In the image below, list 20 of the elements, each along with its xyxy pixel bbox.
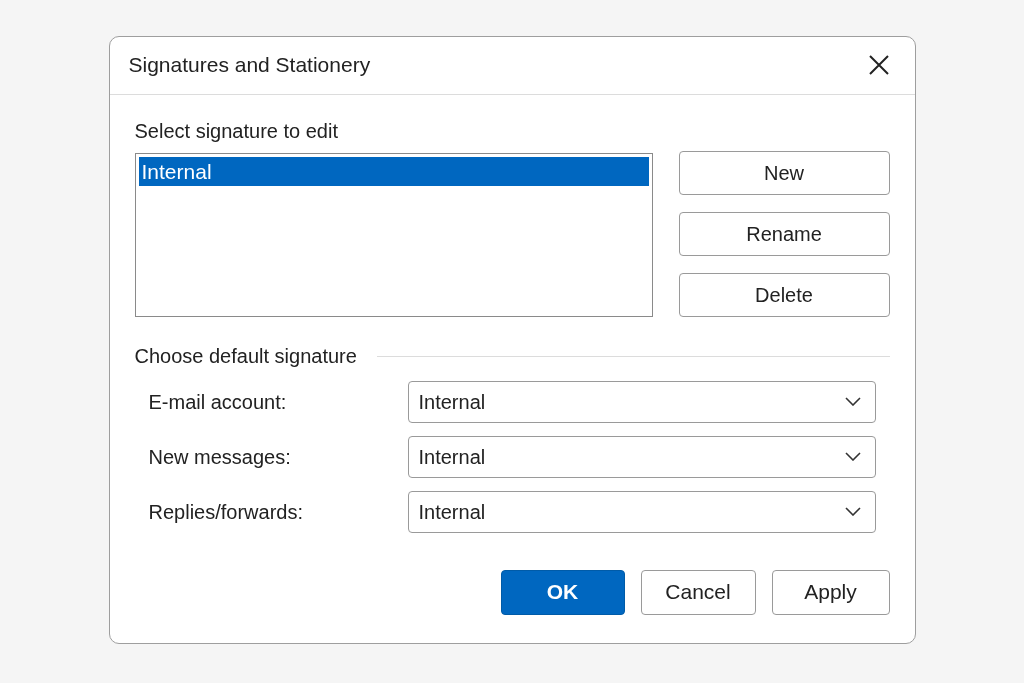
dialog-button[interactable]: Apply: [771, 569, 890, 615]
field-label: E-mail account:: [147, 389, 288, 415]
field-label: Replies/forwards:: [147, 499, 304, 525]
window-title: Signatures and Stationery: [128, 52, 371, 79]
chevron-down-icon: [844, 452, 861, 461]
side-button[interactable]: Delete: [678, 272, 890, 317]
section-label: Select signature to edit: [134, 118, 339, 143]
chevron-down-icon: [844, 397, 861, 406]
side-button[interactable]: Rename: [678, 211, 890, 256]
dropdown[interactable]: Internal: [407, 380, 876, 423]
dropdown[interactable]: Internal: [407, 435, 876, 478]
close-icon[interactable]: [866, 53, 891, 77]
field-label: New messages:: [147, 444, 292, 470]
list-item[interactable]: Internal: [138, 156, 649, 186]
dropdown[interactable]: Internal: [407, 490, 876, 533]
chevron-down-icon: [844, 507, 861, 516]
dialog-button[interactable]: OK: [500, 569, 625, 615]
dialog-button[interactable]: Cancel: [640, 569, 756, 615]
side-button[interactable]: New: [678, 150, 890, 195]
group-heading: Choose default signature: [134, 343, 357, 369]
